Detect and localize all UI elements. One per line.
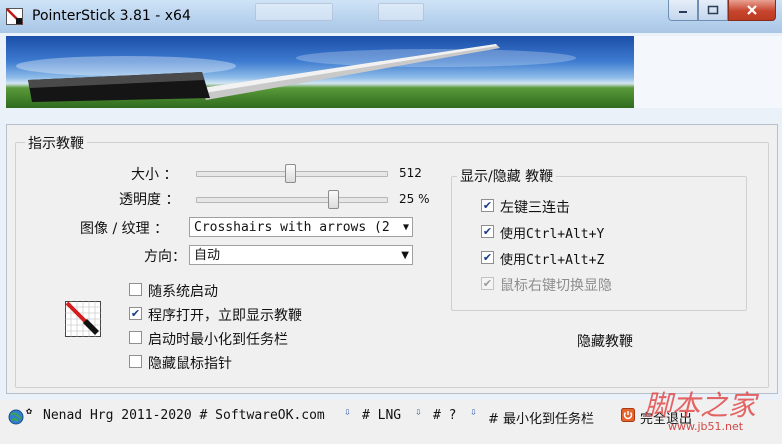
startup-checkbox[interactable] [129,283,142,296]
help-menu[interactable]: # ? [433,408,456,423]
globe-icon[interactable] [8,409,24,425]
ctrl-alt-z-label: 使用Ctrl+Alt+Z [500,253,605,268]
watermark-text: 脚本之家 [644,389,757,422]
hide-cursor-label: 隐藏鼠标指针 [148,356,232,372]
maximize-icon [707,5,719,15]
minimize-button[interactable] [668,0,698,21]
show-on-open-label: 程序打开，立即显示教鞭 [148,308,302,324]
right-click-toggle-checkbox: ✔ [481,277,494,290]
right-click-toggle-label: 鼠标右键切换显隐 [500,278,612,294]
hide-pointer-button[interactable]: 隐藏教鞭 [577,331,633,351]
direction-select[interactable]: 自动 ▼ [189,245,413,265]
direction-value: 自动 [194,248,221,263]
ctrl-alt-y-checkbox[interactable]: ✔ [481,225,494,238]
opacity-slider[interactable] [196,197,388,203]
window-title: PointerStick 3.81 - x64 [32,8,191,24]
hide-cursor-checkbox[interactable] [129,355,142,368]
pointerstick-large-icon [65,301,101,337]
show-on-open-checkbox[interactable]: ✔ [129,307,142,320]
pointer-stick-illustration [16,44,576,102]
pointerstick-app-icon [6,8,23,25]
show-hide-title: 显示/隐藏 教鞭 [457,166,557,186]
size-value: 512 [399,166,422,180]
triple-click-checkbox[interactable]: ✔ [481,199,494,212]
watermark-url: www.jb51.net [668,420,744,433]
menu-dropdown-icon: ⇩ [415,405,422,418]
close-button[interactable] [728,0,776,21]
title-bar[interactable]: PointerStick 3.81 - x64 [0,0,782,33]
copyright-link[interactable]: Nenad Hrg 2011-2020 # SoftwareOK.com [43,408,325,423]
background-artifact [255,3,333,21]
minimize-on-start-checkbox[interactable] [129,331,142,344]
opacity-slider-thumb[interactable] [328,190,339,209]
menu-dropdown-icon: ⇩ [470,405,477,418]
ctrl-alt-y-label: 使用Ctrl+Alt+Y [500,227,605,242]
banner-padding [634,36,782,108]
background-artifact [378,3,424,21]
image-texture-label: 图像 / 纹理 ： [80,221,169,237]
power-icon [621,408,635,422]
chevron-down-icon: ▼ [402,222,409,233]
group-title: 指示教鞭 [25,133,87,153]
triple-click-label: 左键三连击 [500,200,570,216]
image-texture-value: Crosshairs with arrows (2 [194,220,390,235]
chevron-down-icon: ▼ [401,250,409,261]
opacity-value: 25 % [399,192,430,206]
direction-label: 方向： [144,249,186,265]
image-texture-select[interactable]: Crosshairs with arrows (2 ▼ [189,217,413,237]
ctrl-alt-z-checkbox[interactable]: ✔ [481,251,494,264]
language-menu[interactable]: # LNG [362,408,401,423]
close-icon [747,5,757,15]
minimize-to-tray-button[interactable]: # 最小化到任务栏 [488,408,594,427]
settings-panel: 指示教鞭 大小 ： 512 透明度 ： 25 % 图像 / 纹理 ： Cross… [6,124,778,394]
size-slider-thumb[interactable] [285,164,296,183]
startup-label: 随系统启动 [148,284,218,300]
gear-icon: ✿ [26,406,33,417]
maximize-button[interactable] [698,0,728,21]
minimize-icon [679,11,687,13]
banner-image [6,36,634,108]
minimize-on-start-label: 启动时最小化到任务栏 [148,332,288,348]
window-controls [668,0,776,22]
opacity-label: 透明度 ： [119,192,180,208]
size-label: 大小 ： [131,167,178,183]
menu-dropdown-icon: ⇩ [344,405,351,418]
